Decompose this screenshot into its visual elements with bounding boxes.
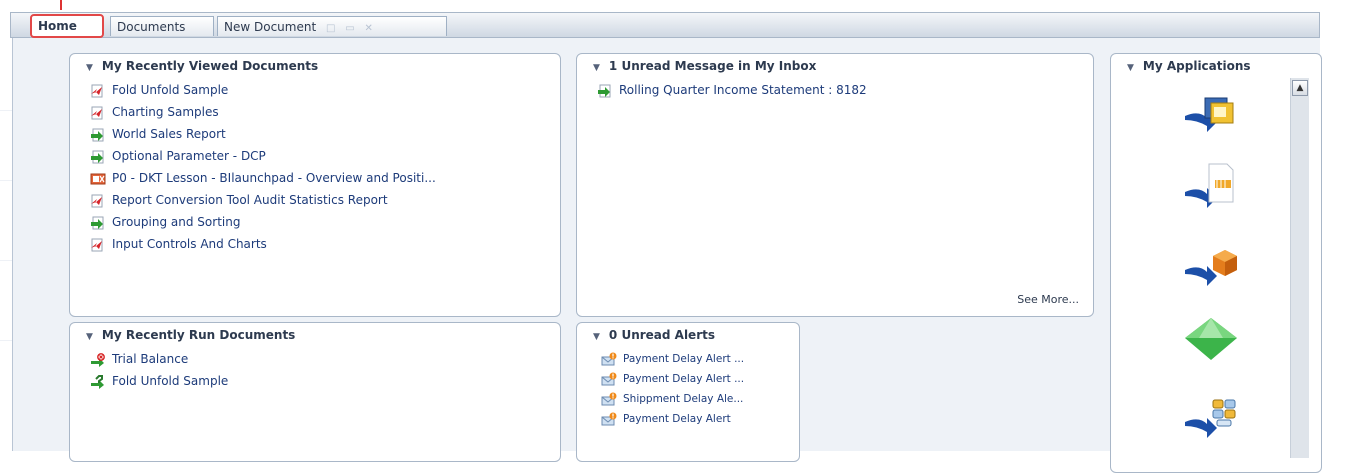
webi-doc-icon [90, 238, 106, 252]
universe-app-icon[interactable] [1183, 244, 1239, 290]
list-item[interactable]: Charting Samples [90, 103, 560, 125]
powerpoint-icon [90, 172, 106, 186]
alerts-title: 0 Unread Alerts [608, 328, 715, 342]
list-item-label: Input Controls And Charts [112, 237, 267, 251]
scroll-up-icon[interactable]: ▲ [1292, 80, 1308, 96]
list-item-label: Charting Samples [112, 105, 219, 119]
tab-bar: Home Documents New Document □ ▭ ✕ [10, 12, 1320, 38]
webi-doc-icon [90, 106, 106, 120]
alerts-panel: ▼ 0 Unread Alerts Payment Delay Alert ...… [576, 322, 800, 462]
alert-icon [601, 352, 617, 366]
list-item[interactable]: Shippment Delay Ale... [601, 390, 799, 410]
tab-new-document-label: New Document [224, 20, 317, 34]
list-item[interactable]: Trial Balance [90, 350, 560, 372]
list-item-label: Optional Parameter - DCP [112, 149, 266, 163]
list-item-label: Payment Delay Alert ... [623, 373, 745, 385]
tab-home[interactable]: Home [30, 14, 104, 38]
failed-instance-icon [90, 353, 106, 367]
list-item[interactable]: Optional Parameter - DCP [90, 147, 560, 169]
webi-doc-icon [90, 84, 106, 98]
tab-home-label: Home [38, 19, 77, 33]
pin-icon[interactable]: □ [326, 19, 335, 39]
minimize-icon[interactable]: ▭ [345, 19, 354, 39]
list-item[interactable]: Rolling Quarter Income Statement : 8182 [597, 81, 1093, 103]
applications-panel: ▼ My Applications ▲ [1110, 53, 1322, 473]
tab-new-document[interactable]: New Document □ ▭ ✕ [217, 16, 447, 36]
list-item-label: Payment Delay Alert [623, 413, 731, 425]
list-item[interactable]: Fold Unfold Sample [90, 81, 560, 103]
list-item-label: Grouping and Sorting [112, 215, 241, 229]
list-item-label: P0 - DKT Lesson - BIlaunchpad - Overview… [112, 171, 436, 185]
list-item[interactable]: Report Conversion Tool Audit Statistics … [90, 191, 560, 213]
alert-icon [601, 372, 617, 386]
applications-scrollbar[interactable]: ▲ [1290, 78, 1309, 458]
list-item-label: Rolling Quarter Income Statement : 8182 [619, 83, 867, 97]
list-item-label: World Sales Report [112, 127, 226, 141]
webi-doc-icon [90, 194, 106, 208]
close-icon[interactable]: ✕ [365, 19, 373, 39]
crystal-report-icon [90, 150, 106, 164]
list-item-label: Payment Delay Alert ... [623, 353, 745, 365]
see-more-link[interactable]: See More... [1017, 293, 1079, 306]
recent-viewed-panel: ▼ My Recently Viewed Documents Fold Unfol… [69, 53, 561, 317]
collapse-icon[interactable]: ▼ [86, 63, 93, 73]
list-item-label: Shippment Delay Ale... [623, 393, 744, 405]
inbox-list: Rolling Quarter Income Statement : 8182 [577, 73, 1093, 103]
list-item-label: Trial Balance [112, 352, 189, 366]
list-item-label: Report Conversion Tool Audit Statistics … [112, 193, 388, 207]
collapse-icon[interactable]: ▼ [1127, 63, 1134, 73]
list-item-label: Fold Unfold Sample [112, 374, 229, 388]
list-item[interactable]: Payment Delay Alert ... [601, 370, 799, 390]
recent-run-list: Trial Balance Fold Unfold Sample [70, 342, 560, 394]
dashboard-app-icon[interactable] [1183, 394, 1239, 440]
recent-viewed-title: My Recently Viewed Documents [101, 59, 319, 73]
tab-documents[interactable]: Documents [110, 16, 214, 36]
highlight-pointer [60, 0, 62, 10]
list-item[interactable]: Payment Delay Alert ... [601, 350, 799, 370]
inbox-panel: ▼ 1 Unread Message in My Inbox Rolling Qu… [576, 53, 1094, 317]
cmc-app-icon[interactable] [1183, 90, 1239, 136]
collapse-icon[interactable]: ▼ [593, 63, 600, 73]
recent-run-panel: ▼ My Recently Run Documents Trial Balance… [69, 322, 561, 462]
alert-icon [601, 412, 617, 426]
list-item-label: Fold Unfold Sample [112, 83, 229, 97]
collapse-icon[interactable]: ▼ [593, 332, 600, 342]
collapse-icon[interactable]: ▼ [86, 332, 93, 342]
tab-documents-label: Documents [117, 20, 186, 34]
list-item[interactable]: P0 - DKT Lesson - BIlaunchpad - Overview… [90, 169, 560, 191]
list-item[interactable]: World Sales Report [90, 125, 560, 147]
crystal-reports-app-icon[interactable] [1183, 162, 1239, 208]
list-item[interactable]: Input Controls And Charts [90, 235, 560, 257]
recent-viewed-list: Fold Unfold Sample Charting Samples World … [70, 73, 560, 257]
home-content: ▼ My Recently Viewed Documents Fold Unfol… [12, 38, 1322, 473]
list-item[interactable]: Fold Unfold Sample [90, 372, 560, 394]
recent-run-title: My Recently Run Documents [101, 328, 296, 342]
crystal-report-icon [90, 128, 106, 142]
crystal-report-icon [597, 84, 613, 98]
alerts-list: Payment Delay Alert ... Payment Delay Ale… [577, 342, 799, 430]
crystal-report-icon [90, 216, 106, 230]
inbox-title: 1 Unread Message in My Inbox [608, 59, 817, 73]
list-item[interactable]: Grouping and Sorting [90, 213, 560, 235]
diamond-app-icon[interactable] [1183, 316, 1239, 362]
success-instance-icon [90, 375, 106, 389]
list-item[interactable]: Payment Delay Alert [601, 410, 799, 430]
applications-title: My Applications [1142, 59, 1251, 73]
alert-icon [601, 392, 617, 406]
